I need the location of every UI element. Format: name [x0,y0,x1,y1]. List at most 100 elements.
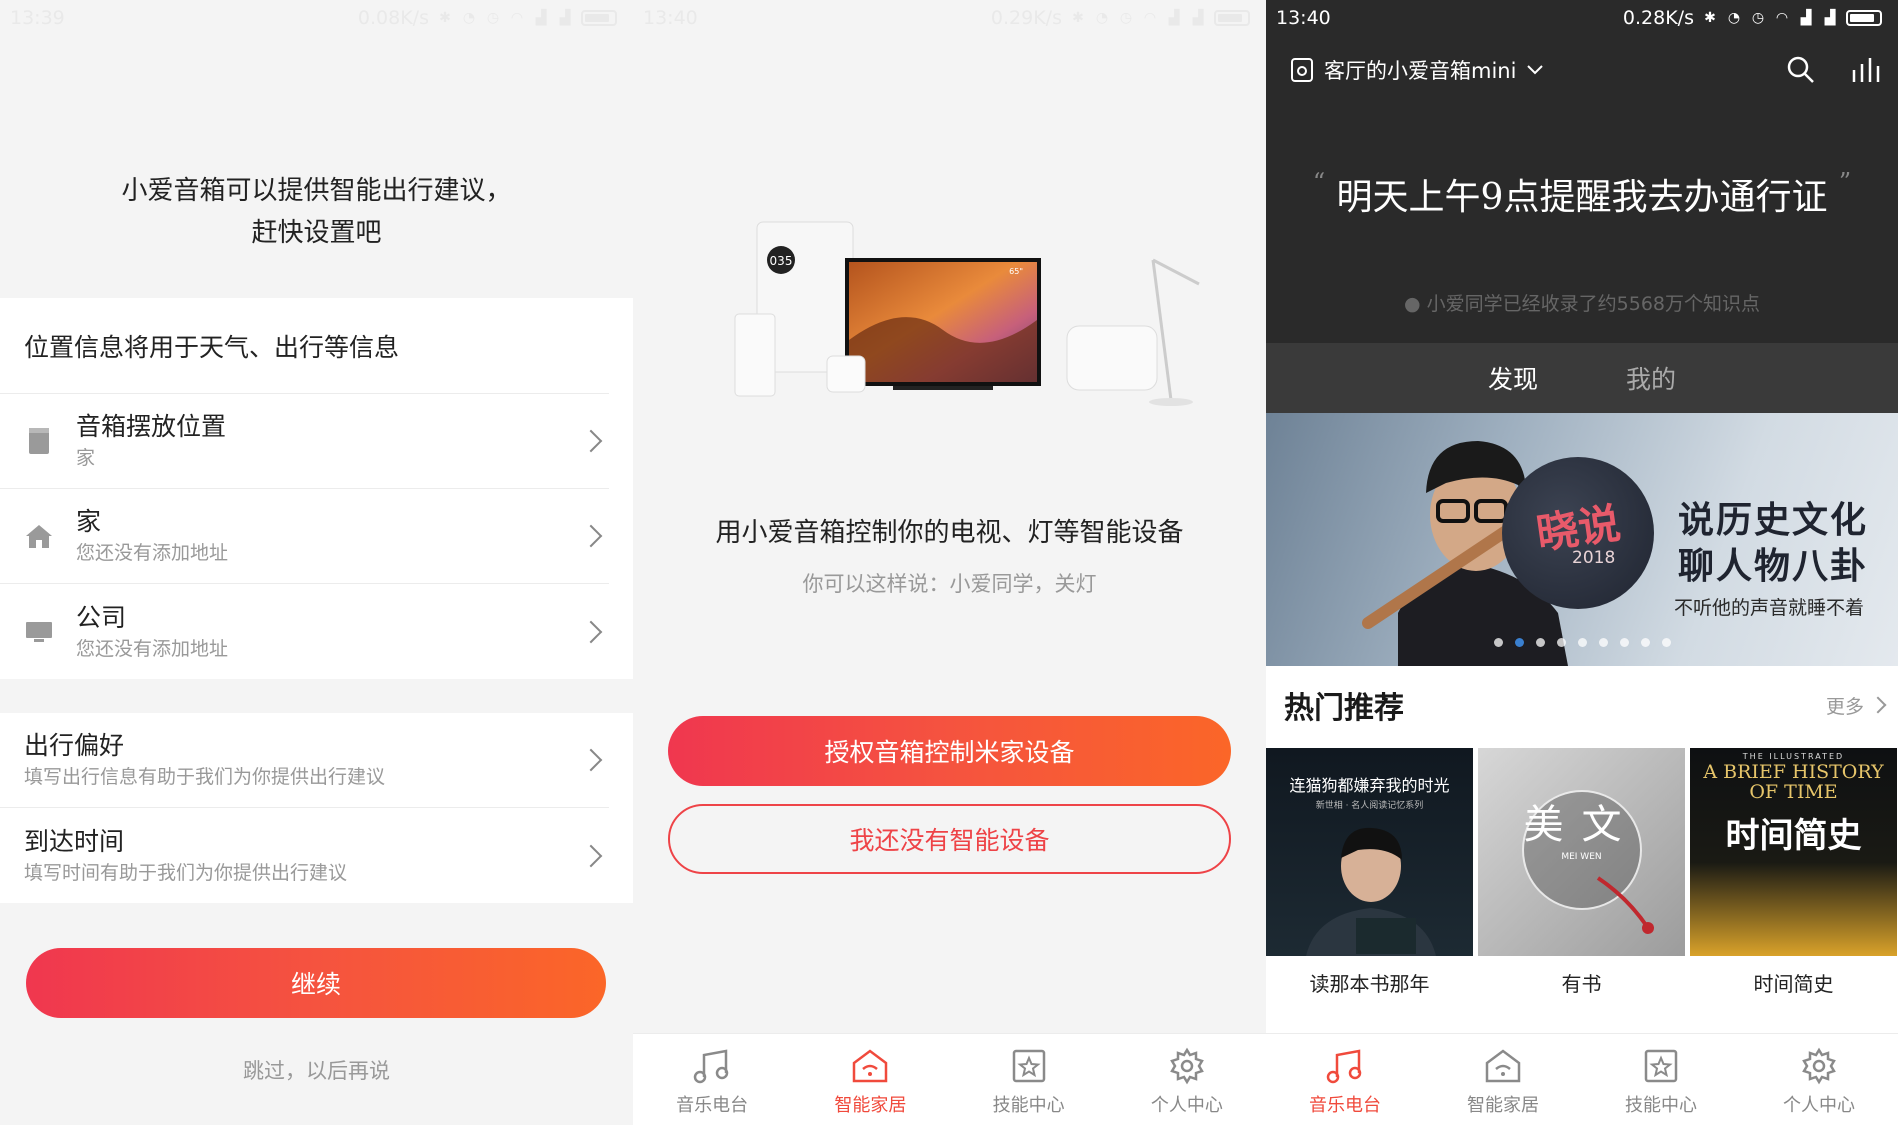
office-icon [24,617,54,647]
promo-banner[interactable]: 晓说 2018 说历史文化 聊人物八卦 不听他的声音就睡不着 [1266,413,1898,666]
status-bar: 13:40 0.29K/s ✱ ◔ ◷ ◠ ▟ ▟ [633,0,1266,36]
row-title: 家 [76,507,102,536]
signal-icon: ▟ [1824,10,1836,26]
pagination-dot[interactable] [1535,638,1545,647]
pagination-dot[interactable] [1640,638,1650,647]
book-card[interactable]: THE ILLUSTRATED A BRIEF HISTORY OF TIME … [1690,748,1897,997]
tv-size-label: 65" [1009,267,1023,276]
office-address-row[interactable]: 公司 您还没有添加地址 [0,584,609,679]
cover-top-text: THE ILLUSTRATED [1742,752,1845,761]
tab-personal-center[interactable]: 个人中心 [1108,1034,1266,1125]
signal-icon: ▟ [1800,10,1812,26]
cover-title: A BRIEF HISTORY OF TIME [1703,761,1884,803]
tab-music-radio[interactable]: 音乐电台 [633,1034,791,1125]
no-smart-device-button[interactable]: 我还没有智能设备 [668,804,1231,874]
alarm-icon: ◷ [1119,10,1133,26]
pagination-dot[interactable] [1493,638,1503,647]
tab-mine[interactable]: 我的 [1626,360,1676,396]
travel-setup-screen: 13:39 0.08K/s ✱ ◔ ◷ ◠ ▟ ▟ 小爱音箱可以提供智能出行建议… [0,0,633,1125]
cover-subtitle: 时间简史 [1725,816,1862,856]
search-icon[interactable] [1786,55,1816,85]
network-speed: 0.29K/s [990,7,1062,29]
pagination-dot[interactable] [1598,638,1608,647]
status-icons: 0.08K/s ✱ ◔ ◷ ◠ ▟ ▟ [358,7,617,29]
header-actions [1786,55,1880,85]
tab-skill-center[interactable]: 技能中心 [1582,1034,1740,1125]
more-label: 更多 [1825,695,1864,718]
bluetooth-icon: ✱ [1072,10,1084,26]
cover-subtitle: MEI WEN [1561,852,1602,862]
location-card: 位置信息将用于天气、出行等信息 音箱摆放位置 家 家 您还没有添加地址 公司 您… [0,298,633,679]
bluetooth-icon: ✱ [1704,10,1716,26]
banner-pagination [1266,638,1898,647]
chevron-right-icon [579,844,603,867]
skill-star-icon [1012,1049,1045,1083]
device-selector[interactable]: 客厅的小爱音箱mini [1290,55,1786,85]
authorize-mijia-button[interactable]: 授权音箱控制米家设备 [668,716,1231,786]
book-caption: 读那本书那年 [1309,972,1430,996]
pagination-dot[interactable] [1619,638,1629,647]
bottom-tab-bar: 音乐电台 智能家居 技能中心 个人中心 [633,1033,1266,1125]
intro-line: 小爱音箱可以提供智能出行建议， [121,176,512,206]
location-card-header: 位置信息将用于天气、出行等信息 [0,298,609,394]
chevron-down-icon [1527,65,1544,75]
status-time: 13:40 [1276,7,1331,29]
cover-subtitle: 新世相 · 名人阅读记忆系列 [1315,801,1424,811]
signal-icon: ▟ [1168,10,1180,26]
battery-icon [1846,10,1882,26]
battery-icon [581,10,617,26]
book-card[interactable]: 美文 MEI WEN 有书 [1478,748,1685,997]
more-link[interactable]: 更多 [1825,692,1887,719]
tab-personal-center[interactable]: 个人中心 [1740,1034,1898,1125]
book-caption: 时间简史 [1753,972,1834,996]
pagination-dot[interactable] [1661,638,1671,647]
bluetooth-icon: ✱ [439,10,451,26]
speaker-location-row[interactable]: 音箱摆放位置 家 [0,394,609,489]
author-portrait [1306,827,1436,956]
row-title: 到达时间 [24,826,125,856]
wifi-icon: ◠ [1775,10,1789,26]
signal-icon: ▟ [559,10,571,26]
knowledge-text: 小爱同学已经收录了约5568万个知识点 [1426,293,1760,315]
skip-link[interactable]: 跳过，以后再说 [0,1055,633,1085]
tab-music-radio[interactable]: 音乐电台 [1266,1034,1424,1125]
book-cover: THE ILLUSTRATED A BRIEF HISTORY OF TIME … [1690,748,1897,956]
quote-text: 明天上午9点提醒我去办通行证 [1336,177,1828,218]
row-subtitle: 填写出行信息有助于我们为你提供出行建议 [24,766,386,788]
tab-discover[interactable]: 发现 [1488,360,1538,396]
hot-recommend-title: 热门推荐 [1284,691,1404,726]
travel-preference-row[interactable]: 出行偏好 填写出行信息有助于我们为你提供出行建议 [0,713,609,808]
network-speed: 0.08K/s [357,7,429,29]
arrival-time-row[interactable]: 到达时间 填写时间有助于我们为你提供出行建议 [0,808,609,903]
home-address-row[interactable]: 家 您还没有添加地址 [0,489,609,584]
smart-home-subtitle: 你可以这样说：小爱同学，关灯 [802,572,1097,596]
tab-label: 技能中心 [1625,1095,1697,1116]
book-cover: 美文 MEI WEN [1478,748,1685,956]
tab-smart-home[interactable]: 智能家居 [1424,1034,1582,1125]
equalizer-icon[interactable] [1850,56,1880,84]
pagination-dot[interactable] [1556,638,1566,647]
status-time: 13:40 [643,7,698,29]
book-card[interactable]: 连猫狗都嫌弃我的时光 新世相 · 名人阅读记忆系列 读那本书那年 [1266,748,1473,997]
gear-icon [1802,1047,1836,1085]
row-title: 音箱摆放位置 [76,412,227,441]
pagination-dot[interactable] [1514,638,1524,647]
screens: 13:39 0.08K/s ✱ ◔ ◷ ◠ ▟ ▟ 小爱音箱可以提供智能出行建议… [0,0,1898,1125]
mute-icon: ◔ [462,10,476,26]
tab-skill-center[interactable]: 技能中心 [950,1034,1108,1125]
pagination-dot[interactable] [1577,638,1587,647]
flower-decoration [1596,876,1654,934]
continue-button[interactable]: 继续 [26,948,606,1018]
device-name: 客厅的小爱音箱mini [1324,59,1517,83]
row-subtitle: 填写时间有助于我们为你提供出行建议 [24,861,348,884]
purifier-display: 035 [770,254,793,268]
tab-label: 技能中心 [992,1095,1065,1116]
voice-quote: “ 明天上午9点提醒我去办通行证 ” [1266,168,1898,220]
cover-title: 连猫狗都嫌弃我的时光 [1289,776,1450,795]
smart-home-icon [1485,1049,1521,1083]
banner-year: 2018 [1572,548,1616,568]
speaker-icon [24,426,54,456]
tab-smart-home[interactable]: 智能家居 [791,1034,949,1125]
gear-icon [1170,1047,1204,1085]
network-speed: 0.28K/s [1622,7,1694,29]
